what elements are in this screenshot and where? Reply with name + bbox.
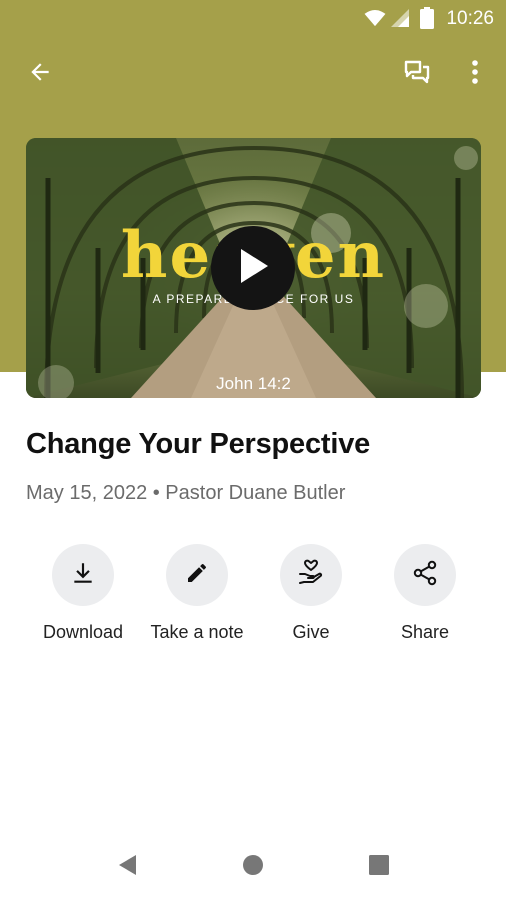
give-label: Give: [292, 622, 330, 642]
download-label: Download: [42, 622, 124, 642]
give-button[interactable]: Give: [251, 544, 371, 643]
nav-back-icon: [116, 853, 138, 882]
take-note-icon-circle: [166, 544, 228, 606]
chat-icon: [402, 57, 432, 92]
video-player[interactable]: heaven A PREPARED PLACE FOR US John 14:2: [26, 138, 481, 398]
system-nav-bar: [0, 834, 506, 900]
download-icon: [70, 560, 96, 591]
status-bar: 10:26: [0, 0, 506, 36]
arrow-back-icon: [27, 59, 53, 90]
status-time: 10:26: [446, 8, 494, 29]
share-icon: [411, 559, 439, 592]
download-button[interactable]: Download: [23, 544, 143, 643]
hand-heart-icon: [296, 558, 326, 593]
take-note-label: Take a note: [150, 622, 244, 642]
share-label: Share: [400, 622, 450, 642]
nav-home-icon: [242, 854, 264, 881]
sermon-title: Change Your Perspective: [26, 428, 371, 460]
pencil-icon: [185, 561, 209, 590]
download-icon-circle: [52, 544, 114, 606]
sermon-meta: May 15, 2022 • Pastor Duane Butler: [26, 482, 346, 504]
give-icon-circle: [280, 544, 342, 606]
more-vert-icon: [471, 59, 479, 90]
take-note-button[interactable]: Take a note: [137, 544, 257, 643]
play-button[interactable]: [211, 226, 295, 310]
share-button[interactable]: Share: [365, 544, 485, 643]
nav-back-button[interactable]: [112, 852, 142, 882]
cellular-signal-icon: [390, 8, 410, 33]
share-icon-circle: [394, 544, 456, 606]
wifi-icon: [364, 8, 386, 33]
video-verse-text: John 14:2: [216, 374, 291, 393]
nav-recents-icon: [368, 854, 390, 881]
back-button[interactable]: [20, 54, 60, 94]
more-options-button[interactable]: [455, 54, 495, 94]
nav-recents-button[interactable]: [364, 852, 394, 882]
chat-button[interactable]: [397, 54, 437, 94]
battery-icon: [420, 7, 434, 34]
nav-home-button[interactable]: [238, 852, 268, 882]
play-icon: [236, 247, 270, 290]
